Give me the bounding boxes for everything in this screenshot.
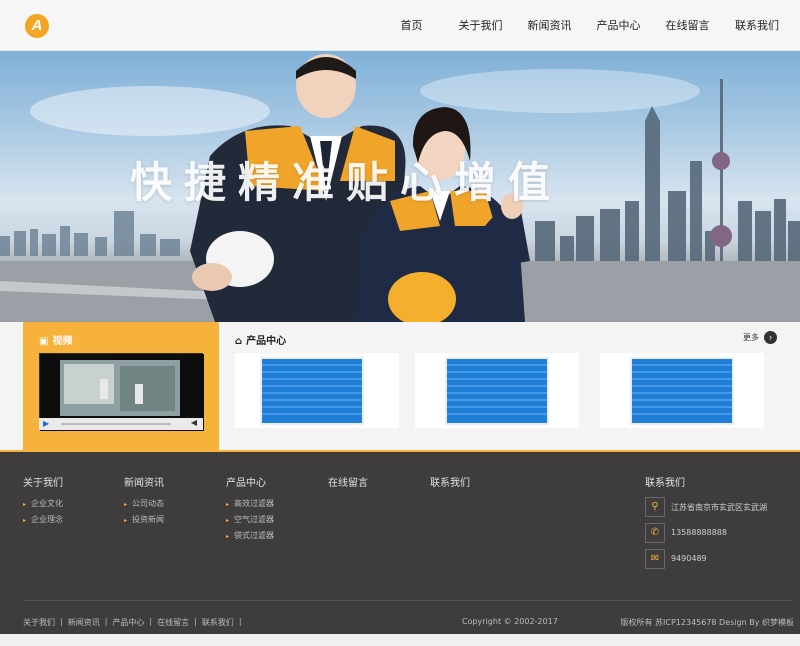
logo-icon[interactable]: A (25, 14, 49, 38)
footer-link[interactable]: ▸ 高效过滤器 (226, 498, 274, 509)
triangle-icon: ▸ (23, 501, 27, 508)
video-progress-bar[interactable] (61, 423, 171, 425)
site-footer: 关于我们 ▸ 企业文化 ▸ 企业理念 新闻资讯 ▸ 公司动态 ▸ 投资新闻 产品中心 ▸… (0, 450, 800, 634)
bottom-link[interactable]: 新闻资讯 (68, 617, 100, 628)
main-nav: 首页 关于我们 新闻资讯 产品中心 在线留言 联系我们 (377, 0, 782, 51)
footer-divider (23, 600, 793, 601)
video-controls: ▶ ◀ (39, 418, 203, 430)
icp-text: 版权所有 苏ICP12345678 Design By 织梦模板 (620, 618, 794, 627)
more-link[interactable]: 更多 (743, 332, 759, 343)
product-card[interactable] (600, 353, 764, 428)
copyright-text: Copyright © 2002-2017 (462, 617, 558, 626)
site-header: A 首页 关于我们 新闻资讯 产品中心 在线留言 联系我们 (0, 0, 800, 51)
bottom-link[interactable]: 产品中心 (112, 617, 144, 628)
location-icon: ⚲ (645, 497, 665, 517)
mail-icon: ✉ (645, 549, 665, 569)
triangle-icon: ▸ (226, 501, 230, 508)
bottom-link[interactable]: 关于我们 (23, 617, 55, 628)
triangle-icon: ▸ (226, 517, 230, 524)
play-icon[interactable]: ▶ (43, 419, 49, 428)
footer-col-title[interactable]: 在线留言 (328, 474, 368, 489)
product-card[interactable] (235, 353, 399, 428)
contact-email: 9490489 (671, 554, 707, 563)
video-title: ▣ 视频 (39, 336, 73, 347)
contact-address: 江苏省南京市玄武区玄武湖 (671, 503, 767, 512)
filter-image (260, 357, 364, 425)
triangle-icon: ▸ (124, 517, 128, 524)
nav-products[interactable]: 产品中心 (584, 0, 653, 51)
contact-title: 联系我们 (645, 478, 685, 489)
footer-link[interactable]: ▸ 袋式过滤器 (226, 530, 274, 541)
video-panel: ▣ 视频 ▶ ◀ (23, 322, 219, 452)
footer-link[interactable]: ▸ 投资新闻 (124, 514, 164, 525)
footer-col-title[interactable]: 联系我们 (430, 474, 470, 489)
filter-image (445, 357, 549, 425)
chevron-right-icon[interactable]: › (764, 331, 777, 344)
nav-news[interactable]: 新闻资讯 (515, 0, 584, 51)
product-card[interactable] (415, 353, 579, 428)
volume-icon[interactable]: ◀ (191, 418, 197, 427)
hero-banner[interactable]: 快捷精准贴心增值 (0, 51, 800, 322)
nav-home[interactable]: 首页 (377, 0, 446, 51)
home-icon: ⌂ (235, 336, 243, 347)
triangle-icon: ▸ (124, 501, 128, 508)
bottom-link[interactable]: 在线留言 (157, 617, 189, 628)
products-heading: ⌂ 产品中心 (235, 336, 287, 347)
triangle-icon: ▸ (23, 517, 27, 524)
nav-message[interactable]: 在线留言 (653, 0, 722, 51)
footer-link[interactable]: ▸ 企业文化 (23, 498, 63, 509)
filter-image (630, 357, 734, 425)
triangle-icon: ▸ (226, 533, 230, 540)
footer-col-title[interactable]: 新闻资讯 (124, 474, 164, 489)
video-camera-icon: ▣ (39, 336, 49, 347)
nav-contact[interactable]: 联系我们 (732, 0, 782, 51)
footer-link[interactable]: ▸ 空气过滤器 (226, 514, 274, 525)
footer-link[interactable]: ▸ 公司动态 (124, 498, 164, 509)
bottom-link[interactable]: 联系我们 (202, 617, 234, 628)
phone-icon: ✆ (645, 523, 665, 543)
footer-bottom-links: 关于我们 | 新闻资讯 | 产品中心 | 在线留言 | 联系我们 | (23, 617, 242, 628)
banner-slogan: 快捷精准贴心增值 (130, 158, 563, 207)
footer-col-title[interactable]: 产品中心 (226, 474, 266, 489)
footer-link[interactable]: ▸ 企业理念 (23, 514, 63, 525)
nav-about[interactable]: 关于我们 (446, 0, 515, 51)
middle-section: ▣ 视频 ▶ ◀ ⌂ 产品中心 更多 › (0, 322, 800, 452)
page-bottom-bar (0, 634, 800, 646)
contact-phone: 13588888888 (671, 528, 727, 537)
footer-col-title[interactable]: 关于我们 (23, 474, 63, 489)
